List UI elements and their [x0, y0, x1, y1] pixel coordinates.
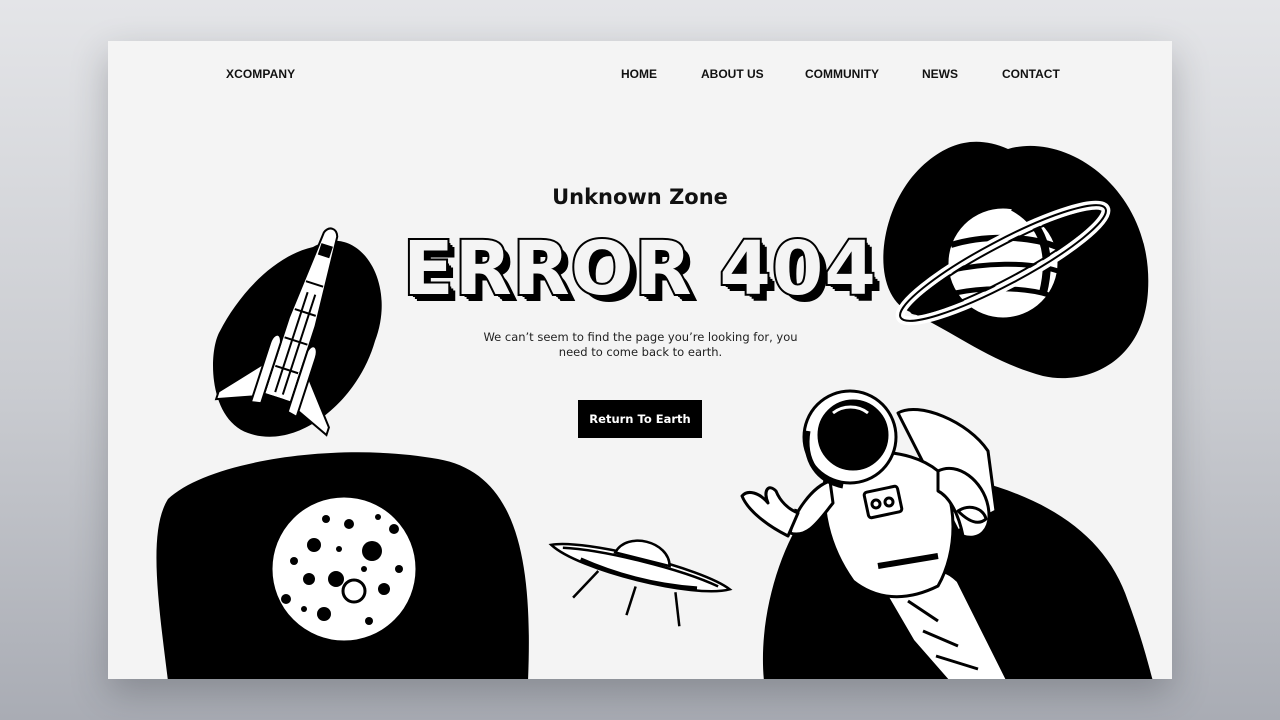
- page-subtitle: Unknown Zone: [552, 185, 728, 209]
- error-page: XCOMPANY HOME ABOUT US COMMUNITY NEWS CO…: [108, 41, 1172, 679]
- error-title: ERROR 404: [401, 224, 878, 314]
- astronaut-icon: [740, 389, 1009, 679]
- error-description: We can’t seem to find the page you’re lo…: [483, 330, 798, 359]
- return-to-earth-button[interactable]: Return To Earth: [578, 400, 702, 438]
